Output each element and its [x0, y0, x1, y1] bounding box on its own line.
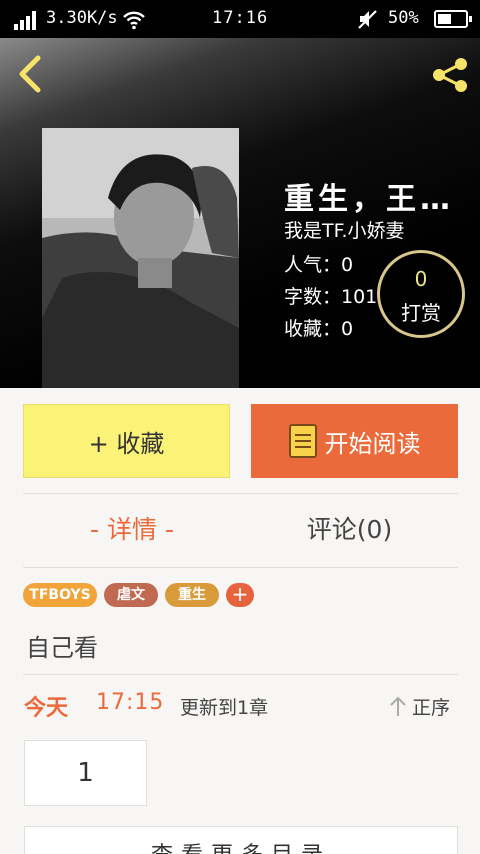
signal-icon — [14, 10, 40, 30]
word-count-stat: 字数：101 — [284, 286, 378, 308]
tag-label: TFBOYS — [29, 587, 91, 603]
start-reading-label: 开始阅读 — [324, 429, 421, 458]
favorite-label: + 收藏 — [88, 429, 165, 458]
battery-percent: 50% — [388, 8, 419, 28]
wifi-icon — [123, 11, 145, 30]
book-cover-image — [42, 128, 239, 388]
book-title: 重生，王… — [284, 182, 454, 217]
book-description: 自己看 — [26, 634, 98, 662]
sort-order-label: 正序 — [412, 697, 451, 719]
update-text: 更新到1章 — [180, 697, 269, 719]
cover-portrait — [42, 128, 239, 388]
update-date: 今天 — [24, 696, 69, 721]
chapter-item[interactable]: 1 — [24, 740, 147, 806]
add-to-favorites-button[interactable]: + 收藏 — [23, 404, 230, 478]
reward-label: 打赏 — [401, 301, 441, 325]
share-icon[interactable] — [430, 56, 470, 94]
tab-detail[interactable]: - 详情 - — [23, 510, 241, 550]
mute-icon — [358, 10, 377, 29]
tag-tfboys[interactable]: TFBOYS — [23, 583, 97, 607]
tag-label: 重生 — [178, 587, 206, 603]
popularity-stat: 人气：0 — [284, 254, 354, 276]
tag-label: 虐文 — [117, 587, 145, 603]
chevron-left-icon[interactable] — [12, 54, 46, 94]
favorites-stat: 收藏：0 — [284, 318, 354, 340]
divider — [23, 674, 458, 675]
battery-icon — [434, 10, 472, 28]
book-icon — [288, 424, 317, 458]
divider — [23, 567, 458, 568]
status-bar: 3.30K/s 17:16 50% — [0, 0, 480, 38]
book-author: 我是TF.小娇妻 — [284, 220, 405, 242]
tag-abuse[interactable]: 虐文 — [104, 583, 158, 607]
clock: 17:16 — [212, 8, 269, 28]
tag-rebirth[interactable]: 重生 — [165, 583, 219, 607]
sort-order-toggle[interactable]: 正序 — [388, 693, 450, 720]
tab-comments[interactable]: 评论(0) — [241, 510, 458, 550]
divider — [23, 493, 458, 494]
add-tag-button[interactable]: + — [226, 583, 254, 607]
update-time: 17:15 — [96, 690, 165, 715]
reward-count: 0 — [414, 267, 428, 291]
network-speed: 3.30K/s — [46, 8, 118, 28]
book-header: 重生，王… 我是TF.小娇妻 人气：0 字数：101 收藏：0 0 打赏 — [0, 38, 480, 388]
reward-button[interactable]: 0 打赏 — [377, 250, 465, 338]
view-more-chapters-button[interactable]: 查看更多目录 — [24, 826, 458, 854]
start-reading-button[interactable]: 开始阅读 — [251, 404, 458, 478]
arrow-up-icon — [390, 696, 406, 716]
